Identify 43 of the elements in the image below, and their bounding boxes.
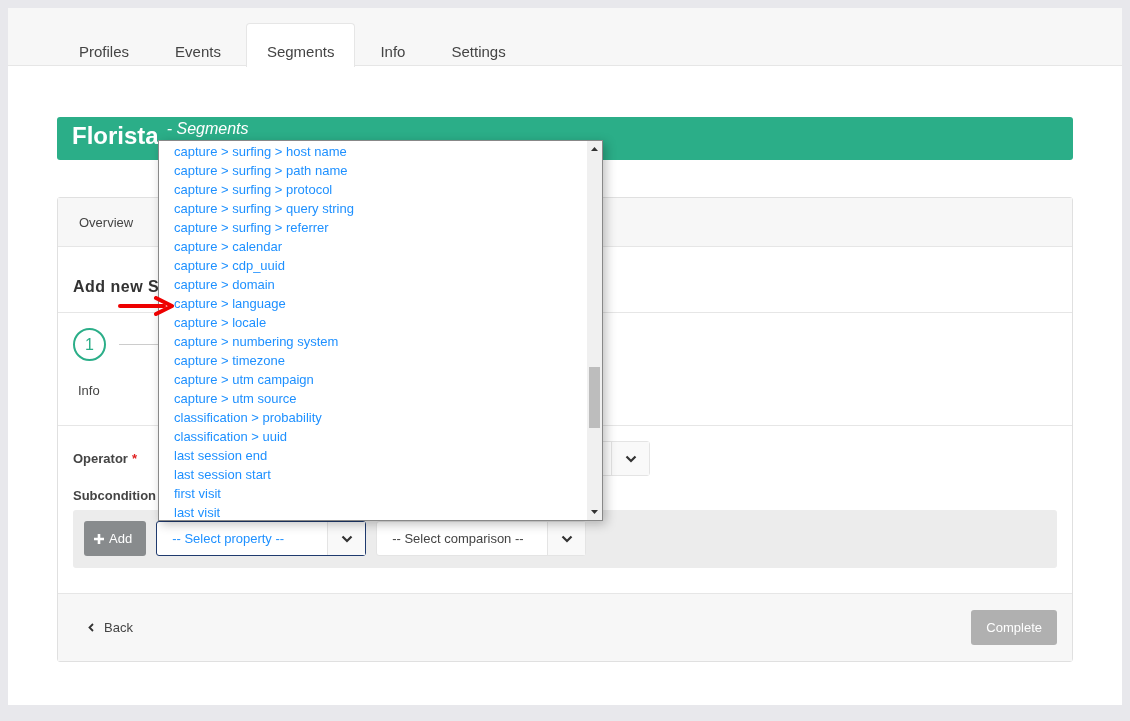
chevron-left-icon [88,623,94,632]
page-title: Florista [72,121,159,150]
chevron-down-icon [340,534,353,543]
step-label: Info [78,383,101,398]
select-field[interactable]: -- Select property -- [156,521,367,556]
back-link[interactable]: Back [86,616,135,639]
dropdown-option[interactable]: capture > surfing > query string [174,199,588,218]
dropdown-option[interactable]: last visit [174,503,588,520]
nav-tab[interactable]: Segments [245,23,356,67]
dropdown-option[interactable]: capture > domain [174,275,588,294]
dropdown-option[interactable]: capture > language [174,294,588,313]
plus-icon [94,533,104,544]
dropdown-option[interactable]: capture > utm campaign [174,370,588,389]
select-field[interactable]: -- Select comparison -- [376,521,587,556]
required-mark: * [131,451,137,466]
nav-tab[interactable]: Events [154,23,242,66]
arrow-icon [118,296,174,316]
nav-tab[interactable]: Info [359,23,427,66]
dropdown-option[interactable]: classification > probability [174,408,588,427]
chevron-down-icon [560,534,573,543]
chevron-down-icon [624,454,637,463]
field-label: Subcondition [73,488,157,503]
dropdown-option[interactable]: capture > surfing > path name [174,161,588,180]
dropdown-option[interactable]: last session end [174,446,588,465]
field-label: Operator [73,451,128,466]
dropdown-option[interactable]: capture > numbering system [174,332,588,351]
step-number: 1 [73,328,106,361]
nav-tab[interactable]: Settings [430,23,527,66]
dropdown-option[interactable]: capture > cdp_uuid [174,256,588,275]
dropdown-option[interactable]: classification > uuid [174,427,588,446]
dropdown-option[interactable]: capture > locale [174,313,588,332]
add-button[interactable]: Add [84,521,147,556]
dropdown-option[interactable]: capture > surfing > referrer [174,218,588,237]
dropdown-option[interactable]: capture > utm source [174,389,588,408]
nav-tab[interactable]: Profiles [58,23,151,66]
page-subtitle: - Segments [166,119,249,138]
dropdown-option[interactable]: last session start [174,465,588,484]
panel-tab[interactable]: Overview [79,214,134,230]
dropdown-option[interactable]: first visit [174,484,588,503]
dropdown-option[interactable]: capture > surfing > protocol [174,180,588,199]
dropdown-option[interactable]: capture > surfing > host name [174,142,588,161]
dropdown-option[interactable]: capture > timezone [174,351,588,370]
scrollbar[interactable] [587,141,602,520]
